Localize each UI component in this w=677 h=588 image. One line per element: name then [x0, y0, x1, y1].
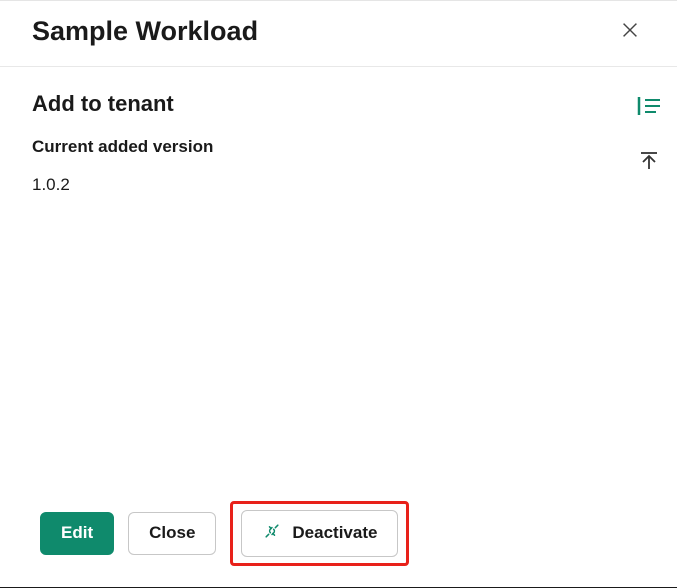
main-content: Add to tenant Current added version 1.0.…	[0, 91, 621, 195]
deactivate-button-label: Deactivate	[292, 523, 377, 543]
deactivate-highlight: Deactivate	[230, 501, 409, 566]
collapse-up-icon	[638, 150, 660, 175]
list-icon	[636, 95, 662, 120]
dialog-footer: Edit Close Deactivate	[40, 501, 409, 566]
close-button[interactable]: Close	[128, 512, 216, 554]
close-button-label: Close	[149, 523, 195, 543]
dialog-header: Sample Workload	[0, 1, 677, 67]
dialog-body: Add to tenant Current added version 1.0.…	[0, 67, 677, 195]
version-label: Current added version	[32, 137, 621, 157]
close-icon	[619, 19, 641, 44]
plug-disconnect-icon	[262, 521, 282, 546]
deactivate-button[interactable]: Deactivate	[241, 510, 398, 557]
side-toolbar	[621, 91, 677, 195]
section-title: Add to tenant	[32, 91, 621, 117]
dialog-title: Sample Workload	[32, 16, 258, 47]
list-view-button[interactable]	[634, 93, 664, 122]
close-dialog-button[interactable]	[615, 15, 645, 48]
edit-button-label: Edit	[61, 523, 93, 543]
edit-button[interactable]: Edit	[40, 512, 114, 554]
collapse-button[interactable]	[636, 148, 662, 177]
version-value: 1.0.2	[32, 175, 621, 195]
